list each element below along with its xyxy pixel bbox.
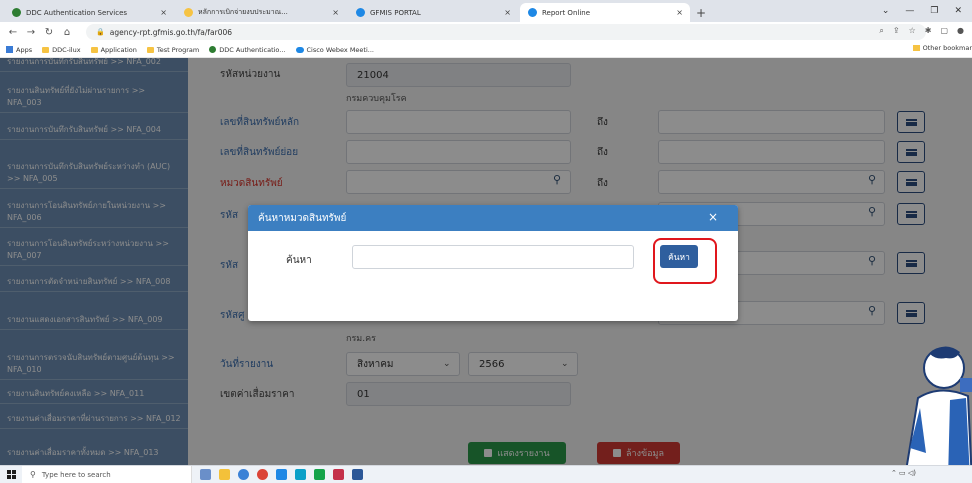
app-icon[interactable] (314, 469, 325, 480)
bookmark-folder[interactable]: Test Program (146, 46, 199, 54)
file-explorer-icon[interactable] (219, 469, 230, 480)
tab-label: DDC Authentication Services (26, 8, 128, 17)
modal-search-button[interactable]: ค้นหา (660, 245, 698, 268)
webex-icon (295, 46, 304, 53)
modal-search-label: ค้นหา (286, 255, 312, 266)
folder-icon (912, 45, 920, 51)
ddc-icon (209, 46, 217, 53)
back-icon[interactable]: ← (6, 27, 20, 38)
other-bookmarks[interactable]: Other bookmar (912, 44, 972, 52)
modal-title: ค้นหาหมวดสินทรัพย์ (258, 212, 347, 224)
modal-header: ค้นหาหมวดสินทรัพย์ × (248, 205, 738, 231)
app-icon[interactable] (276, 469, 287, 480)
extensions-icon[interactable]: ✱ (925, 26, 932, 36)
taskbar-apps (200, 469, 363, 480)
zoom-icon[interactable]: ⌕ (879, 26, 883, 36)
tab-label: GFMIS PORTAL (370, 8, 421, 17)
browser-tab[interactable]: DDC Authentication Services × (4, 3, 174, 22)
apps-icon (6, 46, 13, 53)
browser-tab[interactable]: GFMIS PORTAL × (348, 3, 518, 22)
window-controls: ⌄ — ❐ ✕ (882, 0, 972, 22)
tab-favicon-icon (184, 8, 193, 17)
close-window-icon[interactable]: ✕ (954, 6, 962, 16)
taskbar: ⚲ Type here to search ⌃ ▭ ◁) (0, 465, 972, 483)
reload-icon[interactable]: ↻ (42, 27, 56, 38)
tab-close-icon[interactable]: × (676, 8, 683, 17)
star-icon[interactable]: ☆ (909, 26, 916, 36)
windows-icon (6, 470, 16, 479)
chrome-icon[interactable] (257, 469, 268, 480)
start-button[interactable] (0, 466, 22, 483)
screen: DDC Authentication Services × หลักการเบิ… (0, 0, 972, 483)
share-icon[interactable]: ⇪ (893, 26, 900, 36)
toolbar-icons: ⌕ ⇪ ☆ ✱ ▢ ● (879, 26, 964, 36)
close-icon[interactable]: × (708, 210, 718, 224)
taskbar-search[interactable]: ⚲ Type here to search (22, 465, 192, 483)
folder-icon (146, 46, 154, 53)
bookmark-webex[interactable]: Cisco Webex Meeti... (295, 46, 374, 54)
restore-icon[interactable]: ❐ (930, 6, 938, 16)
tab-label: Report Online (542, 8, 591, 17)
bookmark-folder[interactable]: Application (90, 46, 137, 54)
home-icon[interactable]: ⌂ (60, 27, 74, 38)
system-tray[interactable]: ⌃ ▭ ◁) (891, 469, 916, 477)
profile-icon[interactable]: ● (957, 26, 964, 36)
asset-category-search-modal: ค้นหาหมวดสินทรัพย์ × ค้นหา ค้นหา (248, 205, 738, 321)
browser-tab-active[interactable]: Report Online × (520, 3, 690, 22)
modal-search-input[interactable] (352, 245, 634, 269)
person-illustration (902, 346, 972, 483)
url-text: agency-rpt.gfmis.go.th/fa/far006 (109, 27, 233, 37)
app-icon[interactable] (238, 469, 249, 480)
bookmark-apps[interactable]: Apps (6, 46, 32, 54)
sidepanel-icon[interactable]: ▢ (940, 26, 948, 36)
tab-favicon-icon (12, 8, 21, 17)
new-tab-button[interactable]: + (692, 3, 710, 22)
forward-icon[interactable]: → (24, 27, 38, 38)
folder-icon (42, 46, 50, 53)
bookmarks-bar: Apps DDC-ilux Application Test Program D… (0, 42, 972, 58)
app-icon[interactable] (333, 469, 344, 480)
tab-close-icon[interactable]: × (332, 8, 339, 17)
minimize-icon[interactable]: — (905, 6, 914, 16)
tab-search-icon[interactable]: ⌄ (882, 6, 890, 16)
browser-tab[interactable]: หลักการเบิกจ่ายงบประมาณ... × (176, 3, 346, 22)
lock-icon: 🔒 (96, 28, 105, 36)
bookmark-ddc[interactable]: DDC Authenticatio... (209, 46, 286, 54)
word-icon[interactable] (352, 469, 363, 480)
tab-favicon-icon (356, 8, 365, 17)
browser-tab-bar: DDC Authentication Services × หลักการเบิ… (0, 0, 972, 22)
tab-favicon-icon (528, 8, 537, 17)
tab-label: หลักการเบิกจ่ายงบประมาณ... (198, 8, 288, 16)
search-icon: ⚲ (30, 470, 36, 479)
taskview-icon[interactable] (200, 469, 211, 480)
folder-icon (90, 46, 98, 53)
url-field[interactable]: 🔒 agency-rpt.gfmis.go.th/fa/far006 (86, 24, 926, 40)
app-icon[interactable] (295, 469, 306, 480)
address-bar-row: ← → ↻ ⌂ 🔒 agency-rpt.gfmis.go.th/fa/far0… (0, 22, 972, 42)
tab-close-icon[interactable]: × (504, 8, 511, 17)
bookmark-folder[interactable]: DDC-ilux (42, 46, 81, 54)
tab-close-icon[interactable]: × (160, 8, 167, 17)
